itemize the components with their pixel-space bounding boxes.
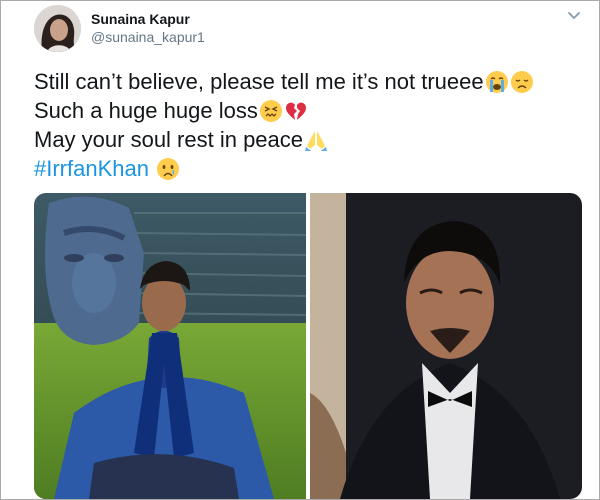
disappointed-face-emoji-icon <box>510 70 534 94</box>
media-grid <box>34 193 582 499</box>
tweet-line-1: Still can’t believe, please tell me it’s… <box>34 67 574 96</box>
photo-left[interactable] <box>34 193 306 499</box>
broken-heart-emoji-icon <box>284 99 308 123</box>
hashtag-link[interactable]: #IrrfanKhan <box>34 156 149 181</box>
avatar[interactable] <box>34 5 81 52</box>
tweet-card: Sunaina Kapur @sunaina_kapur1 Still can’… <box>0 0 600 500</box>
display-name[interactable]: Sunaina Kapur <box>91 11 190 27</box>
tweet-line-3-text: May your soul rest in peace <box>34 127 304 152</box>
crying-face-emoji-icon <box>156 157 180 181</box>
tweet-line-2: Such a huge huge loss <box>34 96 574 125</box>
tweet-line-4: #IrrfanKhan <box>34 154 574 183</box>
tweet-line-2-text: Such a huge huge loss <box>34 98 258 123</box>
tweet-text: Still can’t believe, please tell me it’s… <box>34 67 574 183</box>
tweet-line-3: May your soul rest in peace <box>34 125 574 154</box>
folded-hands-emoji-icon <box>304 128 328 152</box>
user-handle[interactable]: @sunaina_kapur1 <box>91 29 205 45</box>
tweet-line-1-text: Still can’t believe, please tell me it’s… <box>34 69 484 94</box>
photo-right[interactable] <box>310 193 582 499</box>
persevering-face-emoji-icon <box>259 99 283 123</box>
loudly-crying-face-emoji-icon <box>485 70 509 94</box>
chevron-down-icon[interactable] <box>565 7 583 25</box>
